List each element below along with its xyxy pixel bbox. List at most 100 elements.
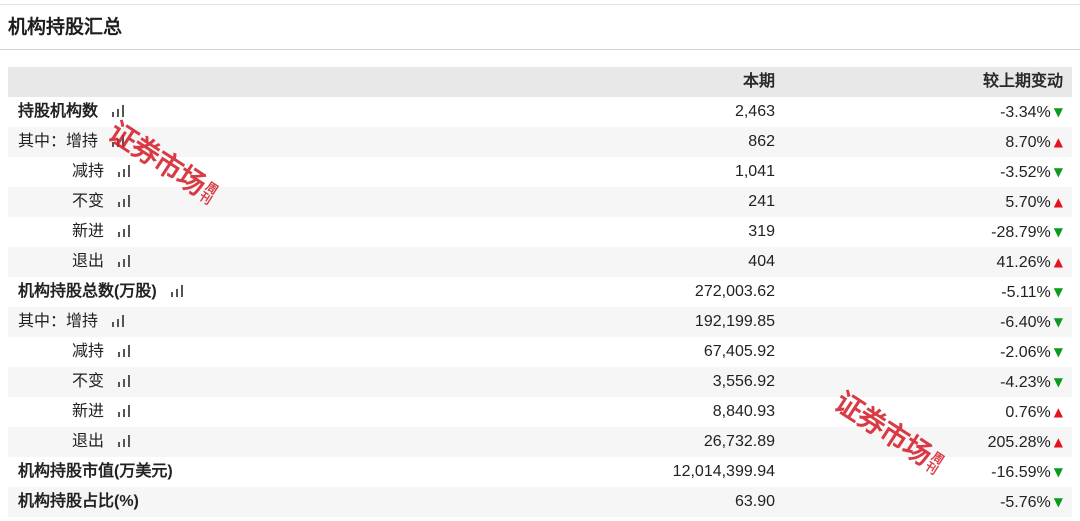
row-label-cell: 其中：增持 [8, 127, 600, 157]
current-column-header: 本期 [742, 73, 775, 90]
table-row: 其中：增持 192,199.85 -6.40% ▼ [8, 307, 1072, 337]
table-row: 减持 1,041 -3.52% ▼ [8, 157, 1072, 187]
bar-chart-icon[interactable] [118, 165, 132, 177]
table-row: 不变 241 5.70% ▲ [8, 187, 1072, 217]
bar-chart-icon[interactable] [118, 225, 132, 237]
row-label: 不变 [72, 193, 105, 210]
table-row: 不变 3,556.92 -4.23% ▼ [8, 367, 1072, 397]
row-label-cell: 其中：增持 [8, 307, 600, 337]
change-cell: 205.28% ▲ [785, 427, 1072, 457]
current-value: 12,014,399.94 [672, 463, 775, 480]
row-label: 退出 [72, 253, 105, 270]
change-value: -2.06% [1000, 343, 1051, 361]
trend-arrow-icon: ▲ [1053, 134, 1063, 149]
current-value: 272,003.62 [694, 283, 775, 300]
trend-arrow-icon: ▲ [1053, 434, 1063, 449]
row-label-cell: 不变 [8, 187, 600, 217]
change-value: -6.40% [1000, 313, 1051, 331]
row-label: 新进 [72, 223, 105, 240]
trend-arrow-icon: ▼ [1053, 284, 1063, 299]
change-value: -3.34% [1000, 103, 1051, 121]
change-cell: -4.23% ▼ [785, 367, 1072, 397]
row-label: 不变 [72, 373, 105, 390]
current-value: 192,199.85 [694, 313, 775, 330]
trend-arrow-icon: ▼ [1053, 494, 1063, 509]
current-value: 63.90 [734, 493, 775, 510]
table-row: 机构持股总数(万股) 272,003.62 -5.11% ▼ [8, 277, 1072, 307]
current-value: 404 [748, 253, 775, 270]
change-cell: 8.70% ▲ [785, 127, 1072, 157]
current-value: 241 [748, 193, 775, 210]
current-value: 67,405.92 [703, 343, 775, 360]
row-label-cell: 退出 [8, 247, 600, 277]
current-value: 8,840.93 [712, 403, 775, 420]
bar-chart-icon[interactable] [170, 285, 184, 297]
bar-chart-icon[interactable] [118, 375, 132, 387]
row-label: 机构持股占比(%) [18, 493, 139, 510]
page-title: 机构持股汇总 [8, 17, 123, 38]
row-label-cell: 持股机构数 [8, 97, 600, 127]
trend-arrow-icon: ▼ [1053, 464, 1063, 479]
row-label-cell: 机构持股市值(万美元) [8, 457, 600, 487]
bar-chart-icon[interactable] [112, 105, 126, 117]
table-row: 机构持股市值(万美元) 12,014,399.94 -16.59% ▼ [8, 457, 1072, 487]
row-label: 其中：增持 [18, 133, 99, 150]
row-label: 机构持股总数(万股) [18, 283, 157, 300]
change-cell: -28.79% ▼ [785, 217, 1072, 247]
bar-chart-icon[interactable] [118, 255, 132, 267]
current-value: 3,556.92 [712, 373, 775, 390]
row-label-cell: 机构持股总数(万股) [8, 277, 600, 307]
bar-chart-icon[interactable] [118, 435, 132, 447]
table-row: 退出 404 41.26% ▲ [8, 247, 1072, 277]
trend-arrow-icon: ▼ [1053, 344, 1063, 359]
trend-arrow-icon: ▼ [1053, 314, 1063, 329]
row-label: 持股机构数 [18, 103, 99, 120]
top-divider [0, 4, 1080, 5]
change-cell: -3.34% ▼ [785, 97, 1072, 127]
change-cell: -5.11% ▼ [785, 277, 1072, 307]
change-value: -4.23% [1000, 373, 1051, 391]
trend-arrow-icon: ▼ [1053, 164, 1063, 179]
row-label: 减持 [72, 343, 105, 360]
trend-arrow-icon: ▲ [1053, 254, 1063, 269]
holdings-summary-table: 本期 较上期变动 持股机构数 2,463 -3.34% ▼ 其中：增持 862 8… [8, 67, 1072, 517]
bar-chart-icon[interactable] [118, 195, 132, 207]
change-column-header: 较上期变动 [982, 73, 1063, 90]
row-label-cell: 退出 [8, 427, 600, 457]
table-row: 其中：增持 862 8.70% ▲ [8, 127, 1072, 157]
change-cell: -16.59% ▼ [785, 457, 1072, 487]
change-cell: -6.40% ▼ [785, 307, 1072, 337]
change-value: 5.70% [1005, 193, 1051, 211]
label-column-header [8, 67, 600, 97]
change-value: -16.59% [991, 463, 1051, 481]
change-value: 205.28% [987, 433, 1051, 451]
current-value: 862 [748, 133, 775, 150]
bar-chart-icon[interactable] [118, 345, 132, 357]
change-value: 8.70% [1005, 133, 1051, 151]
table-row: 减持 67,405.92 -2.06% ▼ [8, 337, 1072, 367]
table-row: 新进 8,840.93 0.76% ▲ [8, 397, 1072, 427]
row-label-cell: 减持 [8, 157, 600, 187]
change-value: -5.76% [1000, 493, 1051, 511]
trend-arrow-icon: ▼ [1053, 104, 1063, 119]
change-cell: 41.26% ▲ [785, 247, 1072, 277]
table-header-row: 本期 较上期变动 [8, 67, 1072, 97]
table-row: 持股机构数 2,463 -3.34% ▼ [8, 97, 1072, 127]
row-label: 其中：增持 [18, 313, 99, 330]
bar-chart-icon[interactable] [112, 315, 126, 327]
current-value: 2,463 [734, 103, 775, 120]
change-cell: -2.06% ▼ [785, 337, 1072, 367]
change-value: 41.26% [996, 253, 1051, 271]
trend-arrow-icon: ▲ [1053, 404, 1063, 419]
change-cell: 5.70% ▲ [785, 187, 1072, 217]
current-value: 1,041 [734, 163, 775, 180]
change-value: -3.52% [1000, 163, 1051, 181]
bar-chart-icon[interactable] [118, 405, 132, 417]
bar-chart-icon[interactable] [112, 135, 126, 147]
row-label-cell: 新进 [8, 397, 600, 427]
row-label-cell: 机构持股占比(%) [8, 487, 600, 517]
table-row: 机构持股占比(%) 63.90 -5.76% ▼ [8, 487, 1072, 517]
current-value: 26,732.89 [703, 433, 775, 450]
change-value: -28.79% [991, 223, 1051, 241]
row-label-cell: 减持 [8, 337, 600, 367]
